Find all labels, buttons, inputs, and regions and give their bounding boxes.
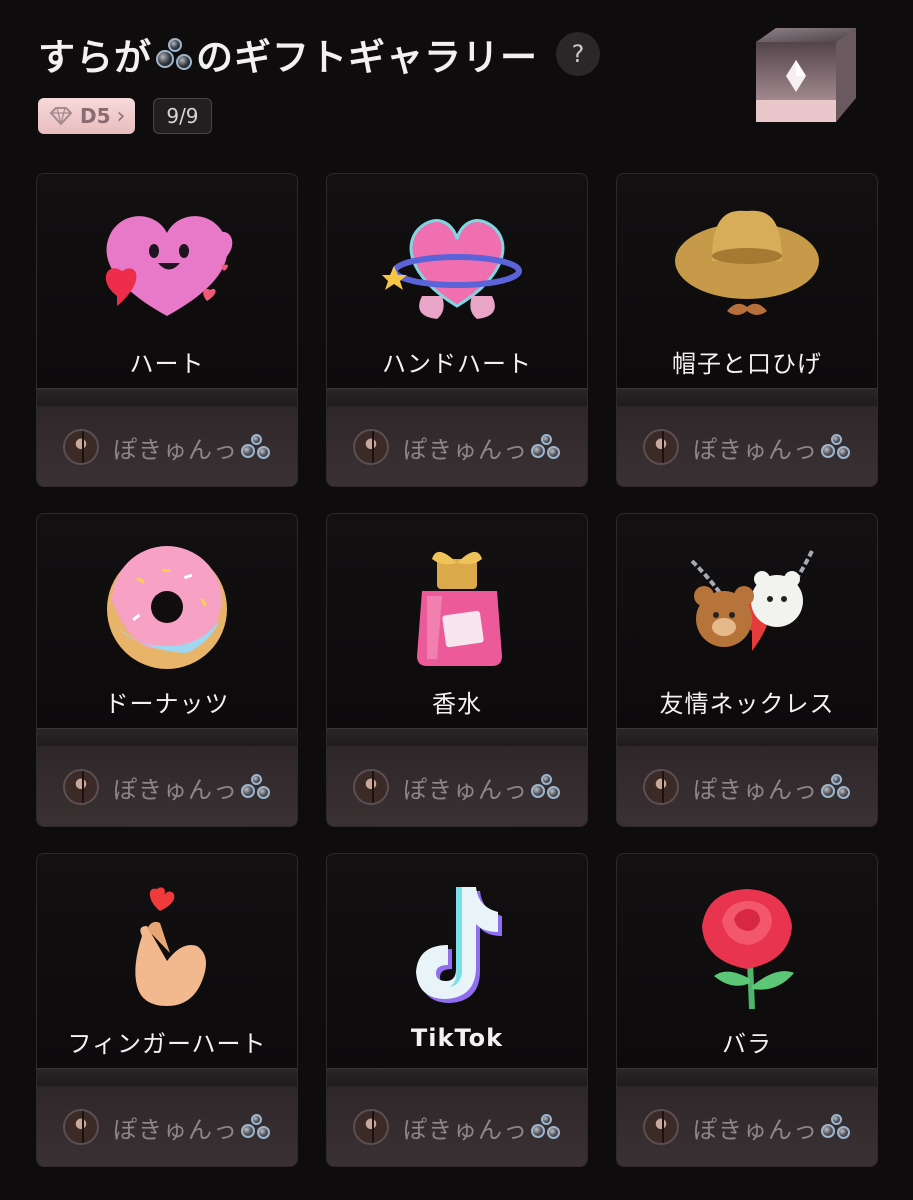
gift-name: ドーナッツ bbox=[104, 690, 230, 718]
gift-card[interactable]: 帽子と口ひげ ぽきゅんっ bbox=[616, 173, 878, 487]
gift-card[interactable]: 友情ネックレス ぽきゅんっ bbox=[616, 513, 878, 827]
donut-icon bbox=[92, 538, 242, 673]
avatar bbox=[643, 769, 679, 805]
sender-row[interactable]: ぽきゅんっ bbox=[617, 746, 877, 826]
gift-name: TikTok bbox=[410, 1024, 504, 1052]
bubbles-emoji-icon bbox=[240, 772, 272, 802]
gift-card[interactable]: ハンドハート ぽきゅんっ bbox=[326, 173, 588, 487]
bubbles-emoji-icon bbox=[530, 1112, 562, 1142]
gift-name: 帽子と口ひげ bbox=[672, 350, 822, 378]
gift-name: 友情ネックレス bbox=[659, 690, 835, 718]
gift-card[interactable]: バラ ぽきゅんっ bbox=[616, 853, 878, 1167]
bubbles-emoji-icon bbox=[240, 1112, 272, 1142]
bubbles-emoji-icon bbox=[820, 772, 852, 802]
rose-icon bbox=[672, 878, 822, 1013]
bubbles-emoji-icon bbox=[530, 772, 562, 802]
crystal-cube-icon[interactable] bbox=[752, 26, 860, 128]
sender-row[interactable]: ぽきゅんっ bbox=[327, 1086, 587, 1166]
collection-count-badge: 9/9 bbox=[153, 98, 212, 134]
sender-row[interactable]: ぽきゅんっ bbox=[327, 406, 587, 486]
sender-row[interactable]: ぽきゅんっ bbox=[617, 1086, 877, 1166]
gift-name: ハンドハート bbox=[382, 350, 532, 378]
bubbles-emoji-icon bbox=[154, 36, 194, 72]
avatar bbox=[643, 1109, 679, 1145]
avatar bbox=[63, 769, 99, 805]
avatar bbox=[63, 429, 99, 465]
sender-row[interactable]: ぽきゅんっ bbox=[617, 406, 877, 486]
sender-row[interactable]: ぽきゅんっ bbox=[37, 1086, 297, 1166]
gift-name: フィンガーハート bbox=[67, 1030, 267, 1058]
gift-card[interactable]: 香水 ぽきゅんっ bbox=[326, 513, 588, 827]
tiktok-logo-icon bbox=[382, 878, 532, 1013]
gift-card[interactable]: ハート ぽきゅんっ bbox=[36, 173, 298, 487]
gift-card[interactable]: TikTok ぽきゅんっ bbox=[326, 853, 588, 1167]
diamond-icon bbox=[49, 107, 73, 126]
gift-card[interactable]: フィンガーハート ぽきゅんっ bbox=[36, 853, 298, 1167]
avatar bbox=[63, 1109, 99, 1145]
gift-name: ハート bbox=[129, 350, 205, 378]
avatar bbox=[643, 429, 679, 465]
gift-card[interactable]: ドーナッツ ぽきゅんっ bbox=[36, 513, 298, 827]
hand-heart-icon bbox=[382, 198, 532, 333]
gift-name: 香水 bbox=[432, 690, 482, 718]
sender-row[interactable]: ぽきゅんっ bbox=[327, 746, 587, 826]
sender-row[interactable]: ぽきゅんっ bbox=[37, 406, 297, 486]
bubbles-emoji-icon bbox=[240, 432, 272, 462]
hat-and-mustache-icon bbox=[672, 198, 822, 333]
friendship-necklace-icon bbox=[672, 538, 822, 673]
sender-row[interactable]: ぽきゅんっ bbox=[37, 746, 297, 826]
bubbles-emoji-icon bbox=[820, 1112, 852, 1142]
gift-name: バラ bbox=[722, 1030, 772, 1058]
heart-character-icon bbox=[92, 198, 242, 333]
bubbles-emoji-icon bbox=[530, 432, 562, 462]
finger-heart-icon bbox=[92, 878, 242, 1013]
avatar bbox=[353, 769, 389, 805]
bubbles-emoji-icon bbox=[820, 432, 852, 462]
help-button[interactable]: ? bbox=[556, 32, 600, 76]
avatar bbox=[353, 1109, 389, 1145]
chevron-right-icon: › bbox=[116, 103, 126, 129]
avatar bbox=[353, 429, 389, 465]
page-title: すらが のギフトギャラリー bbox=[38, 36, 538, 79]
level-badge[interactable]: D5 › bbox=[38, 98, 136, 134]
perfume-icon bbox=[382, 538, 532, 673]
